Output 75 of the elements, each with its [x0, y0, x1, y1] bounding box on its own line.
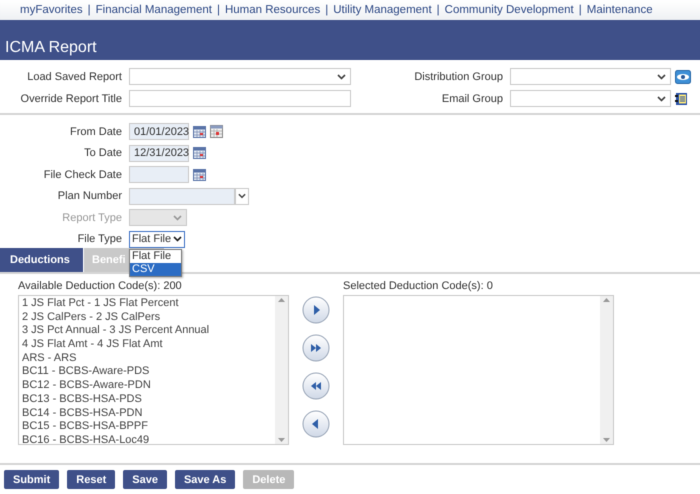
tab[interactable]: Deductions: [0, 248, 83, 272]
list-item[interactable]: BC15 - BCBS-HSA-BPPF: [22, 420, 272, 434]
list-item[interactable]: BC16 - BCBS-HSA-Loc49: [22, 434, 272, 444]
list-item[interactable]: BC12 - BCBS-Aware-PDN: [22, 379, 272, 393]
nav-link[interactable]: Financial Management: [96, 4, 212, 16]
address-book-icon[interactable]: [675, 92, 688, 106]
dropdown-option[interactable]: Flat File: [130, 250, 181, 263]
action-button[interactable]: Save: [123, 470, 167, 489]
calendar-icon[interactable]: [193, 168, 206, 181]
field-label: Email Group: [440, 92, 503, 104]
select-field[interactable]: [510, 90, 671, 107]
scrollbar[interactable]: [275, 296, 288, 444]
move-all-right-button[interactable]: [302, 334, 330, 362]
field-label: To Date: [83, 147, 122, 160]
input-field[interactable]: [129, 90, 351, 107]
list-box[interactable]: [18, 295, 289, 445]
move-all-left-button[interactable]: [302, 372, 330, 400]
field-label: Distribution Group: [413, 70, 503, 82]
eye-icon[interactable]: [675, 70, 691, 84]
field-label: Load Saved Report: [26, 70, 122, 82]
list-item[interactable]: 1 JS Flat Pct - 1 JS Flat Percent: [22, 297, 272, 311]
list-item[interactable]: BC13 - BCBS-HSA-PDS: [22, 392, 272, 406]
dropdown-option[interactable]: CSV: [130, 262, 181, 276]
move-right-button[interactable]: [302, 296, 330, 324]
field-label: File Check Date: [42, 168, 122, 181]
scroll-up-icon[interactable]: [603, 298, 610, 302]
calendar-icon[interactable]: [193, 126, 206, 138]
dropdown-button[interactable]: [235, 188, 249, 205]
list-item[interactable]: ARS - ARS: [22, 352, 272, 366]
nav-separator: |: [578, 4, 582, 16]
list-label: Available Deduction Code(s): 200: [18, 280, 183, 292]
scroll-up-icon[interactable]: [278, 298, 285, 302]
action-button[interactable]: Submit: [4, 470, 60, 489]
scroll-down-icon[interactable]: [603, 438, 610, 442]
nav-link[interactable]: Maintenance: [586, 4, 653, 16]
date-field[interactable]: [129, 166, 189, 184]
nav-separator: |: [436, 4, 440, 16]
list-item[interactable]: 4 JS Flat Amt - 4 JS Flat Amt: [22, 338, 272, 352]
nav-link[interactable]: Utility Management: [333, 4, 432, 16]
scrollbar[interactable]: [600, 296, 613, 444]
nav-link[interactable]: Community Development: [444, 4, 574, 16]
date-field[interactable]: 01/01/2023: [129, 123, 189, 140]
action-button[interactable]: Save As: [174, 470, 236, 489]
combo-field[interactable]: [129, 188, 235, 205]
chevron-down-icon: [173, 236, 182, 242]
chevron-down-icon: [238, 193, 246, 200]
chevron-down-icon: [173, 214, 182, 221]
select-field[interactable]: Flat File: [129, 230, 185, 248]
nav-link[interactable]: myFavorites: [20, 4, 83, 16]
field-label: Report Type: [61, 212, 122, 224]
nav-separator: |: [88, 4, 91, 16]
action-button[interactable]: Reset: [67, 470, 116, 489]
field-label: File Type: [76, 233, 122, 246]
scroll-down-icon[interactable]: [278, 438, 285, 442]
calendar-icon[interactable]: [193, 147, 206, 160]
nav-link[interactable]: Human Resources: [224, 4, 320, 16]
nav-separator: |: [216, 4, 220, 16]
field-label: Plan Number: [56, 190, 122, 202]
list-item[interactable]: BC14 - BCBS-HSA-PDN: [22, 406, 272, 420]
field-label: From Date: [69, 126, 122, 138]
field-label: Override Report Title: [20, 92, 122, 104]
list-label: Selected Deduction Code(s): 0: [343, 280, 494, 292]
chevron-down-icon: [657, 96, 666, 102]
chevron-down-icon: [657, 74, 666, 80]
chevron-down-icon: [337, 74, 346, 80]
date-field[interactable]: 12/31/2023: [129, 144, 189, 162]
list-item[interactable]: 3 JS Pct Annual - 3 JS Percent Annual: [22, 324, 272, 338]
nav-separator: |: [325, 4, 328, 16]
move-left-button[interactable]: [302, 410, 330, 438]
select-field[interactable]: [129, 68, 351, 85]
select-field[interactable]: [510, 68, 671, 85]
list-item[interactable]: BC11 - BCBS-Aware-PDS: [22, 365, 272, 380]
list-item[interactable]: 2 JS CalPers - 2 JS CalPers: [22, 310, 272, 324]
page-title: ICMA Report: [5, 39, 97, 57]
calendar-icon[interactable]: [210, 125, 223, 138]
